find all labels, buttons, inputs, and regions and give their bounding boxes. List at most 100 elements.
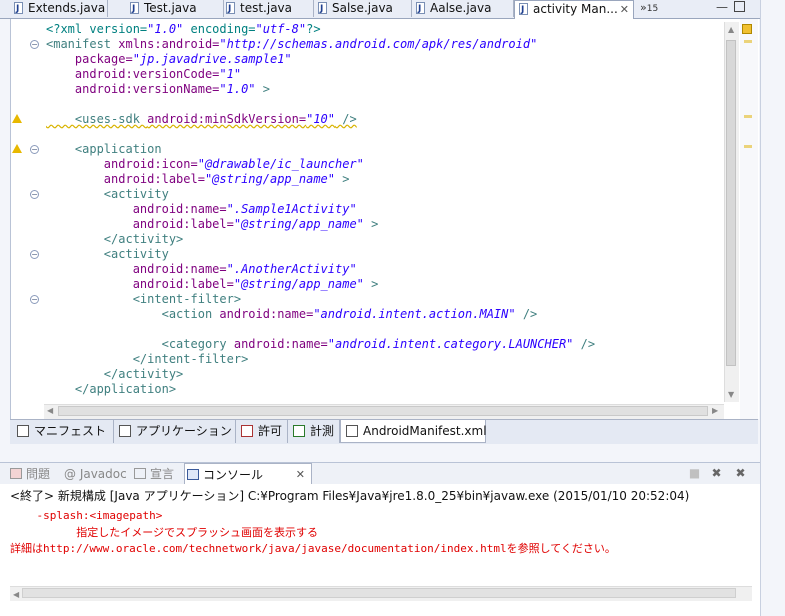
- code-token: </activity>: [46, 232, 184, 246]
- code-line[interactable]: <intent-filter>: [46, 292, 241, 307]
- close-icon[interactable]: ✕: [620, 1, 629, 18]
- scroll-left-icon[interactable]: ◀: [13, 590, 19, 599]
- code-token: android:versionName=: [46, 82, 220, 96]
- code-line[interactable]: </application>: [46, 382, 176, 397]
- overview-mark[interactable]: [744, 115, 752, 118]
- tab-overflow-button[interactable]: »15: [640, 1, 658, 14]
- declaration-icon: [134, 468, 146, 479]
- editor-horizontal-scroll-thumb[interactable]: [58, 406, 708, 416]
- code-token: <uses-sdk: [46, 112, 148, 126]
- code-token: <intent-filter>: [46, 292, 242, 306]
- tab-label: 許可: [258, 424, 283, 438]
- remove-launch-icon[interactable]: ✖: [710, 467, 723, 480]
- code-token: android:name=: [219, 307, 314, 321]
- code-token: ".Sample1Activity": [226, 202, 357, 216]
- tab-label: test.java: [240, 1, 293, 15]
- tab-label: Test.java: [144, 1, 197, 15]
- scroll-up-icon[interactable]: ▲: [728, 25, 734, 34]
- remove-all-launches-icon[interactable]: ✖: [734, 467, 747, 480]
- warning-summary-icon: [742, 24, 752, 34]
- console-horizontal-scroll-thumb[interactable]: [22, 588, 736, 598]
- code-line[interactable]: </activity>: [46, 367, 183, 382]
- tab-javadoc[interactable]: @ Javadoc: [48, 463, 144, 485]
- code-line[interactable]: <activity: [46, 247, 169, 262]
- tab-instrumentation[interactable]: 計測: [288, 420, 340, 443]
- tab-label: 宣言: [150, 467, 175, 481]
- java-file-icon: [14, 1, 23, 17]
- code-token: package=: [46, 52, 133, 66]
- instrumentation-icon: [293, 425, 305, 437]
- tab-salse-java[interactable]: Salse.java: [314, 0, 412, 17]
- code-token: "utf-8": [255, 22, 307, 36]
- code-token: "android.intent.action.MAIN": [313, 307, 516, 321]
- console-icon: [187, 469, 199, 480]
- code-line[interactable]: android:name=".AnotherActivity": [46, 262, 357, 277]
- code-token: <activity: [46, 187, 169, 201]
- tab-application[interactable]: アプリケーション: [114, 420, 236, 443]
- tab-label: activity Man...: [533, 2, 618, 16]
- tab-label: @ Javadoc: [64, 467, 127, 481]
- overview-mark[interactable]: [744, 145, 752, 148]
- code-line[interactable]: <uses-sdk android:minSdkVersion="10" />: [46, 112, 357, 127]
- code-token: "1.0": [147, 22, 184, 36]
- minimize-icon[interactable]: —: [716, 0, 728, 14]
- code-line[interactable]: android:label="@string/app_name" >: [46, 217, 379, 232]
- right-side-strip: [760, 0, 785, 616]
- code-token: "@string/app_name": [233, 217, 364, 231]
- overflow-count: 15: [646, 4, 659, 14]
- tab-label: AndroidManifest.xml: [363, 424, 487, 438]
- code-line[interactable]: package="jp.javadrive.sample1": [46, 52, 292, 67]
- fold-toggle-icon[interactable]: −: [30, 250, 39, 259]
- code-token: <manifest: [46, 37, 119, 51]
- tab-androidmanifest-xml[interactable]: AndroidManifest.xml: [340, 420, 487, 443]
- tab-activity-manifest[interactable]: activity Man... ✕: [514, 0, 634, 19]
- tab-permissions[interactable]: 許可: [236, 420, 288, 443]
- code-token: <application: [46, 142, 162, 156]
- scroll-right-icon[interactable]: ▶: [712, 406, 718, 415]
- code-token: android:label=: [46, 277, 234, 291]
- scroll-left-icon[interactable]: ◀: [47, 406, 53, 415]
- code-line[interactable]: <action android:name="android.intent.act…: [46, 307, 538, 322]
- console-line: 詳細はhttp://www.oracle.com/technetwork/jav…: [10, 542, 616, 555]
- permissions-icon: [241, 425, 253, 437]
- code-line[interactable]: android:versionCode="1": [46, 67, 241, 82]
- code-token: <?xml version=: [46, 22, 148, 36]
- scroll-down-icon[interactable]: ▼: [728, 390, 734, 399]
- code-token: android:icon=: [46, 157, 198, 171]
- code-line[interactable]: <manifest xmlns:android="http://schemas.…: [46, 37, 537, 52]
- code-line[interactable]: android:icon="@drawable/ic_launcher": [46, 157, 364, 172]
- tab-manifest[interactable]: マニフェスト: [12, 420, 114, 443]
- code-token: />: [573, 337, 596, 351]
- code-line[interactable]: </intent-filter>: [46, 352, 249, 367]
- tab-aalse-java[interactable]: Aalse.java: [412, 0, 514, 17]
- code-token: >: [335, 172, 350, 186]
- problems-icon: [10, 468, 22, 479]
- close-icon[interactable]: ✕: [296, 464, 305, 486]
- java-file-icon: [416, 1, 425, 17]
- tab-extends-java[interactable]: Extends.java: [10, 0, 108, 17]
- code-line[interactable]: android:label="@string/app_name" >: [46, 277, 379, 292]
- fold-toggle-icon[interactable]: −: [30, 40, 39, 49]
- fold-toggle-icon[interactable]: −: [30, 190, 39, 199]
- terminate-icon[interactable]: ■: [688, 467, 701, 480]
- code-line[interactable]: <category android:name="android.intent.c…: [46, 337, 596, 352]
- code-line[interactable]: <?xml version="1.0" encoding="utf-8"?>: [46, 22, 321, 37]
- java-file-icon: [130, 1, 139, 17]
- code-line[interactable]: android:versionName="1.0" >: [46, 82, 270, 97]
- code-line[interactable]: android:label="@string/app_name" >: [46, 172, 350, 187]
- code-line[interactable]: </activity>: [46, 232, 183, 247]
- maximize-icon[interactable]: [734, 1, 745, 12]
- fold-toggle-icon[interactable]: −: [30, 295, 39, 304]
- code-line[interactable]: <activity: [46, 187, 169, 202]
- tab-label: Salse.java: [332, 1, 393, 15]
- java-file-icon: [226, 1, 235, 17]
- code-line[interactable]: <application: [46, 142, 162, 157]
- tab-test-java-lower[interactable]: test.java: [222, 0, 314, 17]
- editor-vertical-scroll-thumb[interactable]: [726, 40, 736, 366]
- code-line[interactable]: android:name=".Sample1Activity": [46, 202, 357, 217]
- code-token: </application>: [46, 382, 177, 396]
- fold-toggle-icon[interactable]: −: [30, 145, 39, 154]
- tab-label: Aalse.java: [430, 1, 492, 15]
- tab-test-java[interactable]: Test.java: [126, 0, 224, 17]
- overview-mark[interactable]: [744, 40, 752, 43]
